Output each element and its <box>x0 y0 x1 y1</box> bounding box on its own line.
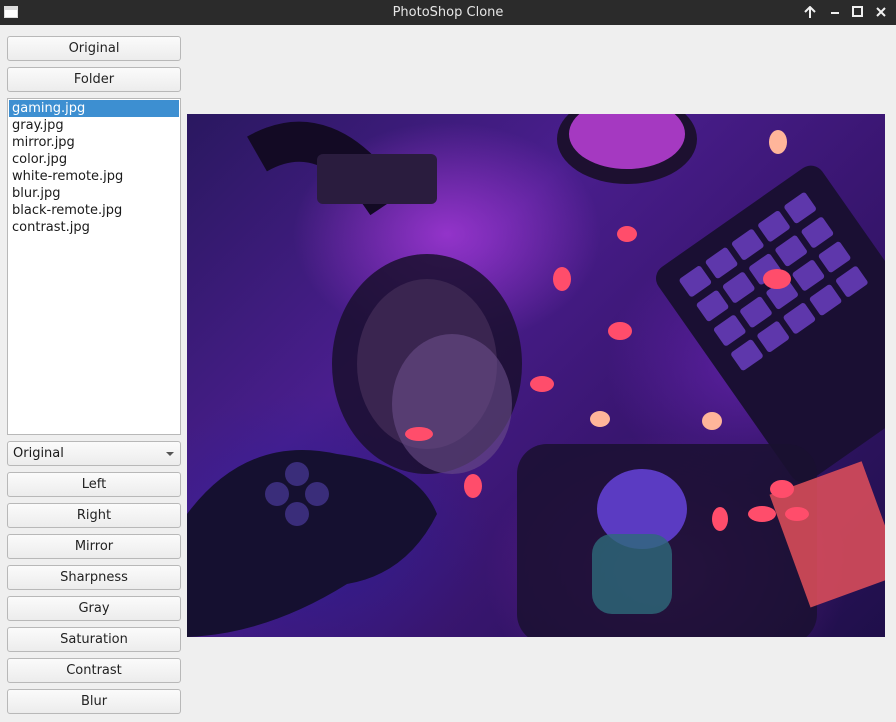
gray-button[interactable]: Gray <box>7 596 181 621</box>
file-list-item[interactable]: contrast.jpg <box>9 219 179 236</box>
original-button[interactable]: Original <box>7 36 181 61</box>
filter-combo[interactable]: Original <box>7 441 181 466</box>
title-bar: PhotoShop Clone <box>0 0 896 25</box>
arrow-up-icon <box>804 5 816 18</box>
right-button[interactable]: Right <box>7 503 181 528</box>
sharpness-button[interactable]: Sharpness <box>7 565 181 590</box>
filter-combo-value: Original <box>13 446 64 461</box>
blur-button[interactable]: Blur <box>7 689 181 714</box>
window-title: PhotoShop Clone <box>392 5 504 20</box>
file-list-item[interactable]: black-remote.jpg <box>9 202 179 219</box>
minimize-icon <box>831 12 839 14</box>
minimize-button[interactable] <box>826 4 844 21</box>
file-list-item[interactable]: color.jpg <box>9 151 179 168</box>
image-preview <box>187 114 885 637</box>
file-list-item[interactable]: mirror.jpg <box>9 134 179 151</box>
keep-above-button[interactable] <box>801 4 819 21</box>
chevron-down-icon <box>166 452 174 456</box>
close-icon <box>876 7 886 17</box>
maximize-button[interactable] <box>848 4 866 21</box>
saturation-button[interactable]: Saturation <box>7 627 181 652</box>
folder-button[interactable]: Folder <box>7 67 181 92</box>
file-list-item[interactable]: gaming.jpg <box>9 100 179 117</box>
file-list-item[interactable]: blur.jpg <box>9 185 179 202</box>
photo-image <box>187 114 885 637</box>
file-list-item[interactable]: gray.jpg <box>9 117 179 134</box>
file-list[interactable]: gaming.jpg gray.jpg mirror.jpg color.jpg whi… <box>7 98 181 435</box>
contrast-button[interactable]: Contrast <box>7 658 181 683</box>
mirror-button[interactable]: Mirror <box>7 534 181 559</box>
maximize-icon <box>851 6 863 17</box>
file-list-item[interactable]: white-remote.jpg <box>9 168 179 185</box>
close-button[interactable] <box>872 4 890 21</box>
left-button[interactable]: Left <box>7 472 181 497</box>
